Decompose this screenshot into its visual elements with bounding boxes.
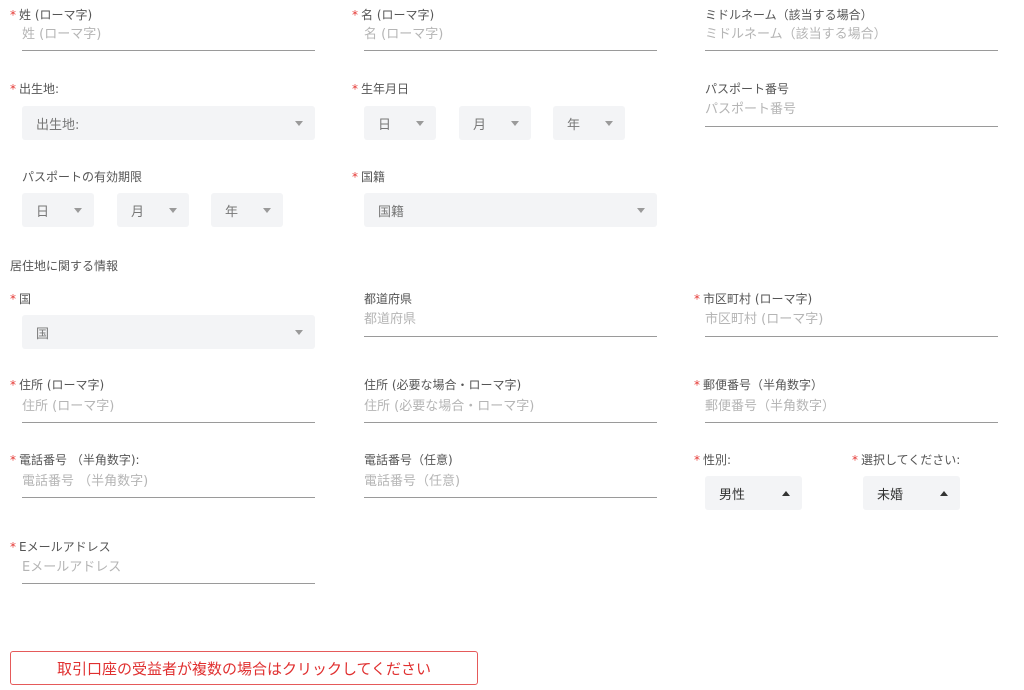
chevron-down-icon: [74, 207, 82, 213]
phone-optional-label: 電話番号（任意): [364, 453, 453, 467]
marital-select[interactable]: 未婚: [863, 476, 960, 510]
prefecture-label: 都道府県: [364, 292, 413, 306]
middle-name-input[interactable]: ミドルネーム（該当する場合）: [705, 27, 887, 43]
gender-value: 男性: [719, 487, 746, 503]
passport-number-label: パスポート番号: [705, 82, 790, 96]
middle-name-underline: [705, 50, 998, 51]
chevron-down-icon: [295, 329, 303, 335]
gender-label: * 性別:: [694, 453, 732, 467]
last-name-underline: [22, 50, 315, 51]
city-label: * 市区町村 (ローマ字): [694, 292, 813, 306]
phone-underline: [22, 497, 315, 498]
nationality-select[interactable]: 国籍: [364, 193, 657, 227]
city-input[interactable]: 市区町村 (ローマ字): [705, 312, 823, 328]
birthdate-year-select[interactable]: 年: [553, 106, 625, 140]
address1-input[interactable]: 住所 (ローマ字): [22, 399, 114, 415]
chevron-down-icon: [605, 120, 613, 126]
chevron-down-icon: [295, 120, 303, 126]
passport-expiry-year-select[interactable]: 年: [211, 193, 283, 227]
phone-optional-underline: [364, 497, 657, 498]
chevron-up-icon: [940, 490, 948, 496]
multiple-beneficiaries-button[interactable]: 取引口座の受益者が複数の場合はクリックしてください: [10, 651, 478, 685]
gender-select[interactable]: 男性: [705, 476, 802, 510]
chevron-down-icon: [637, 207, 645, 213]
postal-code-underline: [705, 422, 998, 423]
phone-optional-input[interactable]: 電話番号（任意): [364, 474, 460, 490]
birthplace-label: * 出生地:: [10, 82, 60, 96]
chevron-down-icon: [263, 207, 271, 213]
email-underline: [22, 583, 315, 584]
phone-label: * 電話番号 （半角数字):: [10, 453, 140, 467]
first-name-input[interactable]: 名 (ローマ字): [364, 27, 443, 43]
country-label: * 国: [10, 292, 32, 306]
passport-number-input[interactable]: パスポート番号: [705, 102, 796, 118]
postal-code-label: * 郵便番号（半角数字）: [694, 378, 824, 392]
nationality-label: * 国籍: [352, 170, 386, 184]
passport-expiry-month-select[interactable]: 月: [117, 193, 189, 227]
birthdate-label: * 生年月日: [352, 82, 410, 96]
email-label: * Eメールアドレス: [10, 540, 111, 554]
country-select[interactable]: 国: [22, 315, 315, 349]
birthdate-month-value: 月: [473, 117, 487, 133]
country-value: 国: [36, 326, 50, 342]
address1-label: * 住所 (ローマ字): [10, 378, 105, 392]
chevron-down-icon: [169, 207, 177, 213]
postal-code-input[interactable]: 郵便番号（半角数字）: [705, 399, 835, 415]
nationality-value: 国籍: [378, 204, 405, 220]
address1-underline: [22, 422, 315, 423]
chevron-down-icon: [511, 120, 519, 126]
email-input[interactable]: Eメールアドレス: [22, 560, 121, 576]
prefecture-underline: [364, 336, 657, 337]
marital-label: * 選択してください:: [852, 453, 961, 467]
prefecture-input[interactable]: 都道府県: [364, 312, 416, 328]
passport-expiry-year-value: 年: [225, 204, 239, 220]
passport-expiry-month-value: 月: [131, 204, 145, 220]
address2-underline: [364, 422, 657, 423]
last-name-input[interactable]: 姓 (ローマ字): [22, 27, 101, 43]
last-name-label: * 姓 (ローマ字): [10, 8, 93, 22]
first-name-label: * 名 (ローマ字): [352, 8, 435, 22]
birthdate-day-select[interactable]: 日: [364, 106, 436, 140]
first-name-underline: [364, 50, 657, 51]
phone-input[interactable]: 電話番号 （半角数字): [22, 474, 148, 490]
birthdate-month-select[interactable]: 月: [459, 106, 531, 140]
passport-expiry-day-select[interactable]: 日: [22, 193, 94, 227]
birthdate-day-value: 日: [378, 117, 392, 133]
address2-input[interactable]: 住所 (必要な場合・ローマ字): [364, 399, 534, 415]
birthplace-select[interactable]: 出生地:: [22, 106, 315, 140]
birthplace-value: 出生地:: [36, 117, 80, 133]
passport-number-underline: [705, 126, 998, 127]
chevron-down-icon: [416, 120, 424, 126]
residence-section-title: 居住地に関する情報: [10, 259, 119, 273]
birthdate-year-value: 年: [567, 117, 581, 133]
passport-expiry-day-value: 日: [36, 204, 50, 220]
chevron-up-icon: [782, 490, 790, 496]
passport-expiry-label: パスポートの有効期限: [22, 170, 143, 184]
marital-value: 未婚: [877, 487, 904, 503]
middle-name-label: ミドルネーム（該当する場合）: [705, 8, 873, 22]
address2-label: 住所 (必要な場合・ローマ字): [364, 378, 522, 392]
city-underline: [705, 336, 998, 337]
